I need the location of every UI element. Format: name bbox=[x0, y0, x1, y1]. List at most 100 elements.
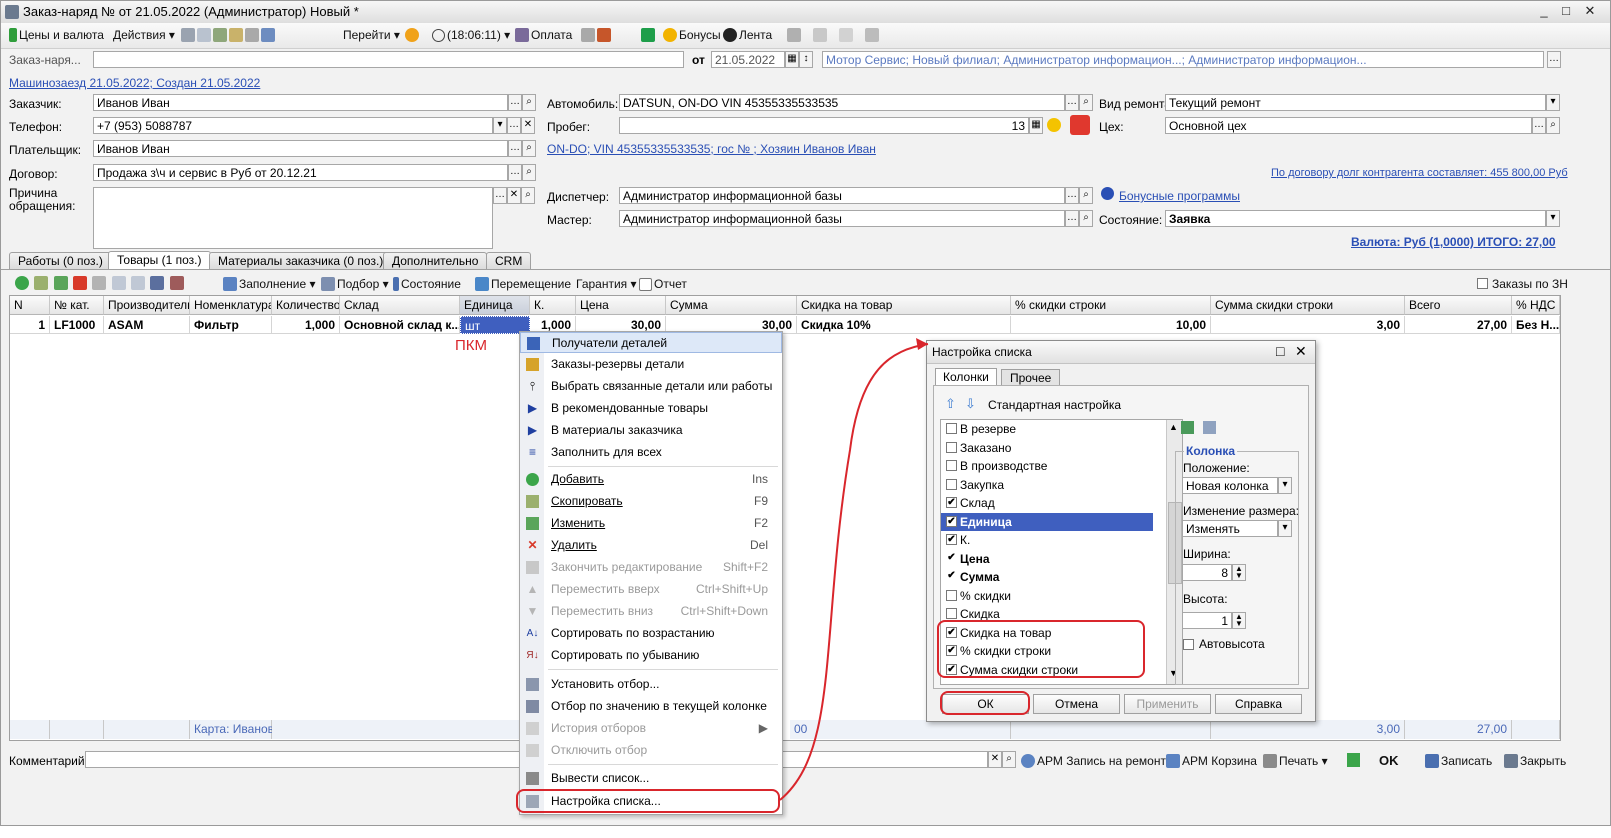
contract-search-icon[interactable]: ⌕ bbox=[522, 164, 536, 181]
delete-icon[interactable] bbox=[73, 276, 88, 290]
doc-number-field[interactable] bbox=[93, 51, 684, 68]
cell-row-discount-pct[interactable]: 10,00 bbox=[1011, 316, 1211, 334]
doc-gray-icon[interactable] bbox=[245, 28, 259, 42]
uncheck-all-icon[interactable] bbox=[1203, 421, 1216, 434]
help-icon[interactable] bbox=[405, 28, 421, 42]
repair-dropdown[interactable]: ▾ bbox=[1546, 94, 1560, 111]
phone-field[interactable]: +7 (953) 5088787 bbox=[93, 117, 493, 134]
col-header-row-discount-sum[interactable]: Сумма скидки строки bbox=[1211, 296, 1405, 315]
column-checkbox[interactable] bbox=[946, 478, 957, 490]
orders-checkbox[interactable] bbox=[1477, 278, 1488, 289]
dialog-cancel-button[interactable]: Отмена bbox=[1033, 694, 1120, 714]
column-option[interactable]: ✔ Единица bbox=[941, 512, 1153, 531]
column-option[interactable]: ✔ К. bbox=[941, 531, 1153, 549]
bonus-link[interactable]: Бонусные программы bbox=[1119, 189, 1240, 203]
doc-arrow-icon[interactable] bbox=[261, 28, 275, 42]
state-button[interactable]: Состояние bbox=[393, 277, 461, 291]
width-field[interactable]: 8 bbox=[1182, 564, 1232, 581]
window-icon[interactable] bbox=[839, 28, 853, 42]
column-option[interactable]: ✔ Склад bbox=[941, 494, 1153, 512]
menu-item-edit[interactable]: Изменить F2 bbox=[520, 513, 782, 534]
move-down-icon[interactable] bbox=[131, 276, 146, 290]
payment-button[interactable]: Оплата bbox=[515, 28, 572, 42]
phone-dropdown[interactable]: ▾ bbox=[493, 117, 507, 134]
column-checkbox[interactable]: ✔ bbox=[946, 515, 957, 527]
doc-copy-icon[interactable] bbox=[197, 28, 211, 42]
dispatcher-field[interactable]: Администратор информационной базы bbox=[619, 187, 1065, 204]
col-header-k[interactable]: К. bbox=[530, 296, 576, 315]
col-header-unit[interactable]: Единица bbox=[460, 296, 530, 315]
dialog-maximize-icon[interactable]: □ bbox=[1276, 343, 1284, 359]
menu-item-move-up[interactable]: ▲ Переместить вверх Ctrl+Shift+Up bbox=[520, 579, 782, 600]
car-info-link[interactable]: ON-DO; VIN 45355335533535; гос № ; Хозяи… bbox=[547, 142, 876, 156]
menu-item-fill-all[interactable]: ≡ Заполнить для всех bbox=[520, 442, 782, 463]
refresh-icon[interactable] bbox=[1070, 115, 1090, 135]
customer-select-button[interactable]: … bbox=[508, 94, 522, 111]
date-field[interactable]: 21.05.2022 bbox=[711, 51, 785, 68]
col-header-total[interactable]: Всего bbox=[1405, 296, 1512, 315]
total-link[interactable]: Валюта: Руб (1,0000) ИТОГО: 27,00 bbox=[1351, 235, 1556, 249]
menu-item-add[interactable]: Добавить Ins bbox=[520, 469, 782, 490]
arrow-up-icon[interactable]: ⇧ bbox=[945, 396, 956, 412]
warranty-menu[interactable]: Гарантия ▾ bbox=[576, 277, 637, 291]
master-select-button[interactable]: … bbox=[1065, 210, 1079, 227]
dialog-help-button[interactable]: Справка bbox=[1215, 694, 1302, 714]
lightbulb-icon[interactable] bbox=[1047, 118, 1061, 132]
column-option[interactable]: В резерве bbox=[941, 420, 1153, 438]
scissors-icon[interactable] bbox=[581, 28, 595, 42]
column-option[interactable]: % скидки bbox=[941, 587, 1153, 605]
actions-menu[interactable]: Действия ▾ bbox=[113, 28, 175, 42]
master-search-icon[interactable]: ⌕ bbox=[1079, 210, 1093, 227]
tab-customer-materials[interactable]: Материалы заказчика (0 поз.) bbox=[209, 252, 393, 269]
org-select-button[interactable]: … bbox=[1547, 51, 1561, 68]
menu-item-output-list[interactable]: Вывести список... bbox=[520, 768, 782, 789]
comment-clear-icon[interactable]: ✕ bbox=[988, 751, 1002, 768]
arm-cart-button[interactable]: АРМ Корзина bbox=[1166, 754, 1257, 768]
phone-clear-icon[interactable]: ✕ bbox=[521, 117, 535, 134]
edit-icon[interactable] bbox=[53, 276, 68, 290]
dispatcher-select-button[interactable]: … bbox=[1065, 187, 1079, 204]
mileage-field[interactable]: 13 bbox=[619, 117, 1029, 134]
debt-link[interactable]: По договору долг контрагента составляет:… bbox=[1271, 167, 1568, 179]
dialog-tab-other[interactable]: Прочее bbox=[1001, 369, 1061, 386]
cell-n[interactable]: 1 bbox=[10, 316, 50, 334]
pick-button[interactable]: Подбор ▾ bbox=[321, 277, 389, 291]
sort-asc-icon[interactable] bbox=[150, 276, 165, 290]
cell-warehouse[interactable]: Основной склад к... bbox=[340, 316, 460, 334]
shop-field[interactable]: Основной цех bbox=[1165, 117, 1532, 134]
sort-desc-icon[interactable] bbox=[169, 276, 184, 290]
cash-icon-btn[interactable] bbox=[641, 28, 657, 42]
payer-select-button[interactable]: … bbox=[508, 140, 522, 157]
minimize-icon[interactable]: _ bbox=[1535, 3, 1553, 19]
column-option[interactable]: В производстве bbox=[941, 457, 1153, 475]
move-button[interactable]: Перемещение bbox=[475, 277, 571, 291]
cell-vat[interactable]: Без Н... bbox=[1512, 316, 1560, 334]
contract-select-button[interactable]: … bbox=[508, 164, 522, 181]
state-dropdown[interactable]: ▾ bbox=[1546, 210, 1560, 227]
print-button[interactable]: Печать ▾ bbox=[1263, 754, 1328, 768]
maximize-icon[interactable]: □ bbox=[1557, 3, 1575, 19]
column-checkbox[interactable] bbox=[946, 608, 957, 619]
col-header-row-discount-pct[interactable]: % скидки строки bbox=[1011, 296, 1211, 315]
date-spinner[interactable]: ↕ bbox=[799, 51, 813, 68]
repair-field[interactable]: Текущий ремонт bbox=[1165, 94, 1546, 111]
reason-clear-icon[interactable]: ✕ bbox=[507, 187, 521, 204]
report-button[interactable]: Отчет bbox=[639, 277, 687, 291]
col-header-price[interactable]: Цена bbox=[576, 296, 666, 315]
resize-field[interactable]: Изменять bbox=[1182, 520, 1278, 537]
bonuses-button[interactable]: Бонусы bbox=[663, 28, 721, 42]
arrow-down-icon[interactable]: ⇩ bbox=[965, 396, 976, 412]
menu-item-sort-asc[interactable]: A↓ Сортировать по возрастанию bbox=[520, 623, 782, 644]
col-header-catalog[interactable]: № кат. bbox=[50, 296, 104, 315]
doc-add-icon[interactable] bbox=[213, 28, 227, 42]
car-field[interactable]: DATSUN, ON-DO VIN 45355335533535 bbox=[619, 94, 1065, 111]
standard-settings-button[interactable]: Стандартная настройка bbox=[988, 398, 1121, 412]
phone-select-button[interactable]: … bbox=[507, 117, 521, 134]
doc-icon[interactable] bbox=[181, 28, 195, 42]
close-button[interactable]: Закрыть bbox=[1504, 754, 1566, 768]
height-field[interactable]: 1 bbox=[1182, 612, 1232, 629]
position-dropdown[interactable]: ▾ bbox=[1278, 477, 1292, 494]
cell-row-discount-sum[interactable]: 3,00 bbox=[1211, 316, 1405, 334]
col-header-vat[interactable]: % НДС bbox=[1512, 296, 1560, 315]
close-icon[interactable]: ✕ bbox=[1581, 3, 1599, 19]
